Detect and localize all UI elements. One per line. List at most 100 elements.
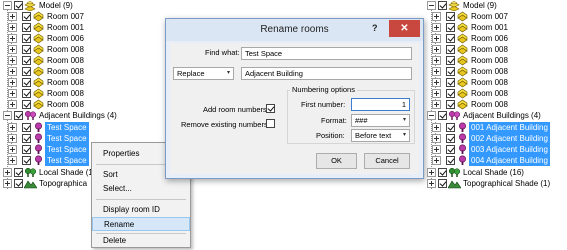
visibility-checkbox[interactable] <box>14 168 23 177</box>
tree-node-label: Room 008 <box>47 56 84 65</box>
visibility-checkbox[interactable] <box>22 156 31 165</box>
expand-toggle[interactable] <box>8 156 17 165</box>
expand-toggle[interactable] <box>432 134 441 143</box>
visibility-checkbox[interactable] <box>14 111 23 120</box>
tree-node-label: 001 Adjacent Building <box>469 122 550 133</box>
expand-toggle[interactable] <box>432 67 441 76</box>
expand-toggle[interactable] <box>432 156 441 165</box>
expand-toggle[interactable] <box>8 56 17 65</box>
format-select-value: ### <box>355 116 368 125</box>
position-select[interactable]: Before text ▾ <box>351 129 410 142</box>
find-what-input[interactable]: Test Space <box>241 47 412 60</box>
dialog-title-bar[interactable]: Rename rooms ? ✕ <box>166 19 423 41</box>
expand-toggle[interactable] <box>8 45 17 54</box>
tree-node-label: 003 Adjacent Building <box>469 144 550 155</box>
expand-toggle[interactable] <box>432 100 441 109</box>
format-label: Format: <box>321 116 347 125</box>
room-icon <box>456 66 469 77</box>
visibility-checkbox[interactable] <box>22 45 31 54</box>
expand-toggle[interactable] <box>8 134 17 143</box>
visibility-checkbox[interactable] <box>438 179 447 188</box>
visibility-checkbox[interactable] <box>22 123 31 132</box>
collapse-toggle[interactable] <box>3 1 12 10</box>
expand-toggle[interactable] <box>432 23 441 32</box>
visibility-checkbox[interactable] <box>14 1 23 10</box>
visibility-checkbox[interactable] <box>22 56 31 65</box>
format-select[interactable]: ### ▾ <box>351 114 410 127</box>
visibility-checkbox[interactable] <box>438 168 447 177</box>
visibility-checkbox[interactable] <box>22 23 31 32</box>
visibility-checkbox[interactable] <box>22 34 31 43</box>
visibility-checkbox[interactable] <box>446 123 455 132</box>
visibility-checkbox[interactable] <box>22 67 31 76</box>
tree-node-label: Room 006 <box>47 34 84 43</box>
expand-toggle[interactable] <box>432 12 441 21</box>
expand-toggle[interactable] <box>8 89 17 98</box>
room-icon <box>456 77 469 88</box>
visibility-checkbox[interactable] <box>22 89 31 98</box>
close-button[interactable]: ✕ <box>389 20 420 37</box>
visibility-checkbox[interactable] <box>438 111 447 120</box>
visibility-checkbox[interactable] <box>446 89 455 98</box>
visibility-checkbox[interactable] <box>446 56 455 65</box>
expand-toggle[interactable] <box>3 168 12 177</box>
collapse-toggle[interactable] <box>427 1 436 10</box>
expand-toggle[interactable] <box>432 78 441 87</box>
expand-toggle[interactable] <box>8 12 17 21</box>
expand-toggle[interactable] <box>8 23 17 32</box>
expand-toggle[interactable] <box>427 168 436 177</box>
visibility-checkbox[interactable] <box>22 134 31 143</box>
menu-separator <box>96 199 186 200</box>
topographical-shade-icon <box>448 178 461 189</box>
expand-toggle[interactable] <box>432 123 441 132</box>
expand-toggle[interactable] <box>432 56 441 65</box>
mode-select[interactable]: Replace ▾ <box>173 67 234 80</box>
menu-item-delete[interactable]: Delete <box>92 234 190 248</box>
first-number-input[interactable]: 1 <box>351 98 410 111</box>
visibility-checkbox[interactable] <box>22 100 31 109</box>
visibility-checkbox[interactable] <box>446 145 455 154</box>
menu-item-display-room-id[interactable]: Display room ID <box>92 203 190 217</box>
visibility-checkbox[interactable] <box>446 100 455 109</box>
visibility-checkbox[interactable] <box>446 78 455 87</box>
collapse-toggle[interactable] <box>427 111 436 120</box>
visibility-checkbox[interactable] <box>22 78 31 87</box>
remove-existing-numbers-checkbox[interactable] <box>266 119 275 128</box>
menu-item-select[interactable]: Select... <box>92 182 190 196</box>
visibility-checkbox[interactable] <box>14 179 23 188</box>
tree-node-label: Room 001 <box>47 23 84 32</box>
tree-node-label: Local Shade (16) <box>463 168 524 177</box>
expand-toggle[interactable] <box>432 45 441 54</box>
visibility-checkbox[interactable] <box>22 12 31 21</box>
visibility-checkbox[interactable] <box>446 156 455 165</box>
expand-toggle[interactable] <box>8 67 17 76</box>
visibility-checkbox[interactable] <box>446 34 455 43</box>
visibility-checkbox[interactable] <box>446 23 455 32</box>
replace-with-input[interactable]: Adjacent Building <box>241 67 412 80</box>
visibility-checkbox[interactable] <box>446 12 455 21</box>
expand-toggle[interactable] <box>3 179 12 188</box>
expand-toggle[interactable] <box>432 34 441 43</box>
expand-toggle[interactable] <box>432 89 441 98</box>
help-button[interactable]: ? <box>372 23 378 33</box>
expand-toggle[interactable] <box>432 145 441 154</box>
rename-rooms-dialog: Rename rooms ? ✕ Find what: Test Space R… <box>165 18 424 179</box>
expand-toggle[interactable] <box>8 145 17 154</box>
tree-node-label: Room 008 <box>471 45 508 54</box>
cancel-button[interactable]: Cancel <box>364 153 410 169</box>
local-shade-icon <box>24 167 37 178</box>
expand-toggle[interactable] <box>8 100 17 109</box>
collapse-toggle[interactable] <box>3 111 12 120</box>
add-room-numbers-checkbox[interactable] <box>266 104 275 113</box>
visibility-checkbox[interactable] <box>446 45 455 54</box>
visibility-checkbox[interactable] <box>438 1 447 10</box>
visibility-checkbox[interactable] <box>22 145 31 154</box>
menu-item-rename[interactable]: Rename <box>92 217 190 231</box>
ok-button[interactable]: OK <box>316 153 357 169</box>
expand-toggle[interactable] <box>8 34 17 43</box>
expand-toggle[interactable] <box>427 179 436 188</box>
visibility-checkbox[interactable] <box>446 134 455 143</box>
expand-toggle[interactable] <box>8 78 17 87</box>
expand-toggle[interactable] <box>8 123 17 132</box>
visibility-checkbox[interactable] <box>446 67 455 76</box>
